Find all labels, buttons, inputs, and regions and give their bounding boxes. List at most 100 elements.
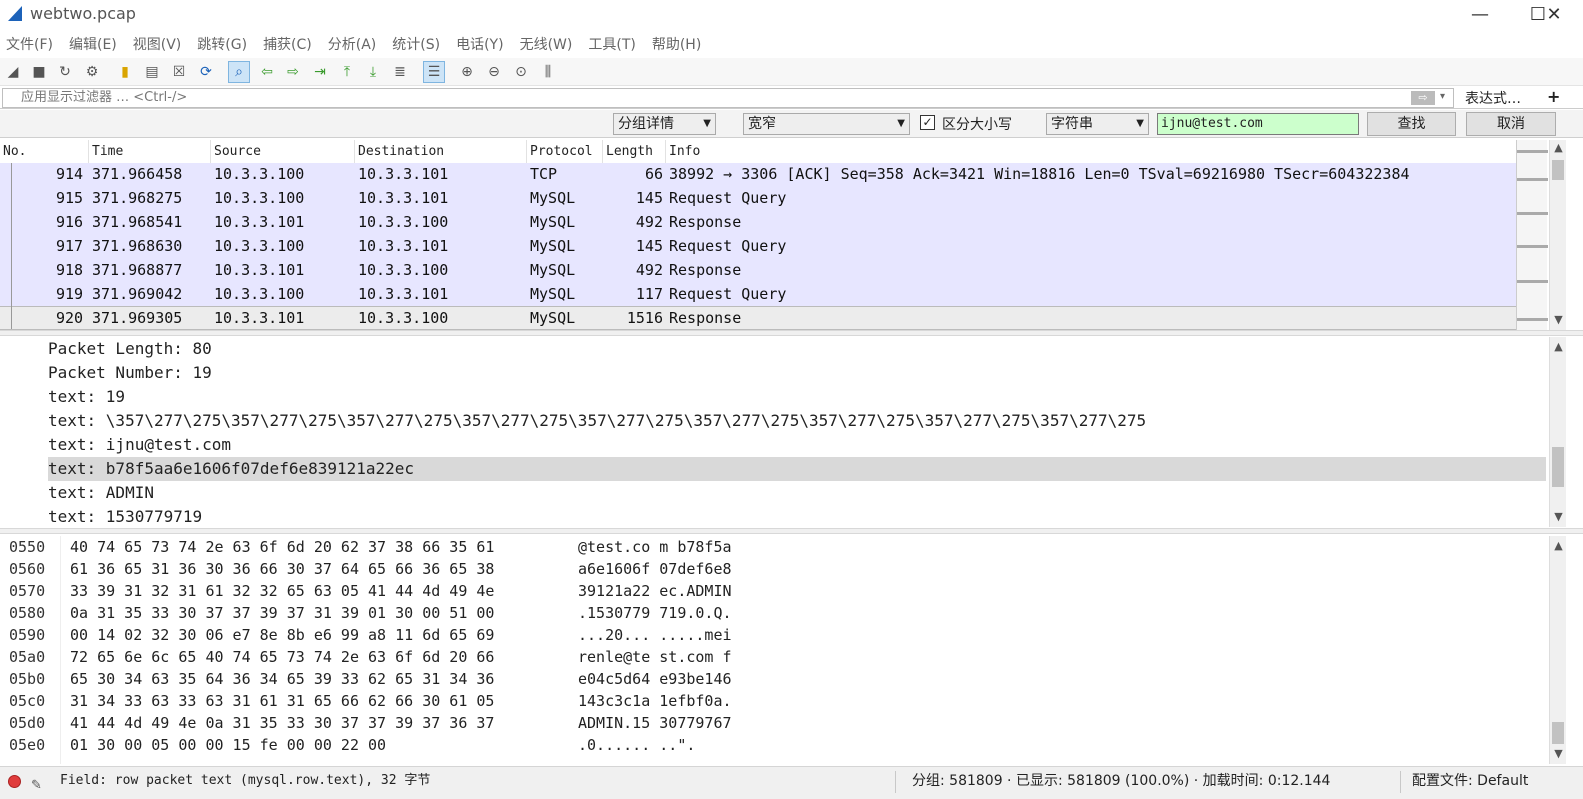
menu-wireless[interactable]: 无线(W)	[520, 34, 573, 54]
column-header-no[interactable]: No.	[0, 140, 89, 164]
packet-row[interactable]: 917 371.968630 10.3.3.100 10.3.3.101 MyS…	[0, 235, 1532, 259]
go-back-icon[interactable]: ⇦	[256, 61, 278, 83]
column-header-length[interactable]: Length	[603, 140, 666, 164]
find-button[interactable]: 查找	[1367, 112, 1456, 136]
packet-row[interactable]: 916 371.968541 10.3.3.101 10.3.3.100 MyS…	[0, 211, 1532, 235]
cancel-button[interactable]: 取消	[1466, 112, 1556, 136]
case-sensitive-checkbox[interactable]: ✓	[920, 115, 935, 130]
zoom-out-icon[interactable]: ⊖	[483, 61, 505, 83]
scroll-thumb[interactable]	[1552, 447, 1564, 487]
column-header-source[interactable]: Source	[211, 140, 355, 164]
detail-line[interactable]: Packet Number: 19	[48, 361, 212, 385]
column-header-time[interactable]: Time	[89, 140, 211, 164]
pane-splitter[interactable]	[0, 528, 1583, 534]
chevron-down-icon: ▼	[897, 118, 905, 129]
display-filter-input[interactable]: 应用显示过滤器 … <Ctrl-/>	[2, 88, 1454, 108]
scroll-thumb[interactable]	[1552, 160, 1564, 180]
menu-edit[interactable]: 编辑(E)	[69, 34, 117, 54]
menu-capture[interactable]: 捕获(C)	[263, 34, 312, 54]
add-filter-button[interactable]: +	[1547, 87, 1560, 106]
reload-file-icon[interactable]: ⟳	[195, 61, 217, 83]
colorize-icon[interactable]: ☰	[423, 61, 445, 83]
packet-row[interactable]: 914 371.966458 10.3.3.100 10.3.3.101 TCP…	[0, 163, 1532, 187]
column-header-protocol[interactable]: Protocol	[527, 140, 603, 164]
close-file-icon[interactable]: ☒	[168, 61, 190, 83]
detail-line[interactable]: text: 1530779719	[48, 505, 202, 529]
chevron-down-icon: ▼	[703, 118, 711, 129]
find-packet-icon[interactable]: ⌕	[228, 61, 250, 83]
minimize-icon[interactable]: —	[1451, 0, 1509, 28]
bytes-scrollbar[interactable]: ▲ ▼	[1549, 536, 1566, 764]
expression-button[interactable]: 表达式…	[1465, 88, 1521, 108]
detail-line[interactable]: text: 19	[48, 385, 125, 409]
zoom-normal-icon[interactable]: ⊙	[510, 61, 532, 83]
packet-protocol: MySQL	[530, 309, 576, 327]
bytes-gutter	[60, 536, 61, 764]
byte-ascii: 143c3c1a 1efbf0a.	[578, 692, 732, 710]
charset-select[interactable]: 宽窄 ▼	[743, 113, 910, 135]
menu-view[interactable]: 视图(V)	[133, 34, 182, 54]
byte-ascii: a6e1606f 07def6e8	[578, 560, 732, 578]
zoom-in-icon[interactable]: ⊕	[456, 61, 478, 83]
packet-row[interactable]: 915 371.968275 10.3.3.100 10.3.3.101 MyS…	[0, 187, 1532, 211]
scroll-down-icon[interactable]: ▼	[1550, 746, 1567, 762]
menu-telephony[interactable]: 电话(Y)	[456, 34, 503, 54]
detail-line[interactable]: text: \357\277\275\357\277\275\357\277\2…	[48, 409, 1146, 433]
restart-capture-icon[interactable]: ↻	[54, 61, 76, 83]
scroll-up-icon[interactable]: ▲	[1550, 140, 1567, 156]
expert-info-icon[interactable]	[8, 775, 21, 788]
stop-capture-icon[interactable]: ■	[28, 61, 50, 83]
save-file-icon[interactable]: ▤	[141, 61, 163, 83]
autoscroll-icon[interactable]: ≣	[389, 61, 411, 83]
packet-destination: 10.3.3.101	[358, 237, 449, 255]
packet-destination: 10.3.3.101	[358, 189, 449, 207]
scroll-up-icon[interactable]: ▲	[1550, 538, 1567, 554]
column-header-destination[interactable]: Destination	[355, 140, 527, 164]
detail-line[interactable]: text: ijnu@test.com	[48, 433, 231, 457]
scroll-down-icon[interactable]: ▼	[1550, 509, 1567, 525]
details-scrollbar[interactable]: ▲ ▼	[1549, 337, 1566, 527]
go-to-packet-icon[interactable]: ⇥	[309, 61, 331, 83]
packet-minimap[interactable]	[1516, 140, 1548, 330]
packet-protocol: MySQL	[530, 285, 576, 303]
pane-splitter[interactable]	[0, 330, 1583, 336]
packet-no: 917	[56, 237, 84, 255]
packet-time: 371.969305	[92, 309, 183, 327]
packet-list-scrollbar[interactable]: ▲ ▼	[1549, 140, 1566, 330]
menu-statistics[interactable]: 统计(S)	[392, 34, 440, 54]
packet-length: 66	[644, 165, 663, 183]
byte-offset: 0580	[9, 604, 46, 622]
go-forward-icon[interactable]: ⇨	[282, 61, 304, 83]
menu-go[interactable]: 跳转(G)	[197, 34, 247, 54]
scroll-down-icon[interactable]: ▼	[1550, 312, 1567, 328]
resize-columns-icon[interactable]: ⫼	[537, 61, 559, 83]
menu-analyze[interactable]: 分析(A)	[328, 34, 377, 54]
last-packet-icon[interactable]: ⤓	[362, 61, 384, 83]
search-type-select[interactable]: 字符串 ▼	[1046, 113, 1149, 135]
packet-row[interactable]: 919 371.969042 10.3.3.100 10.3.3.101 MyS…	[0, 283, 1532, 307]
menu-help[interactable]: 帮助(H)	[652, 34, 701, 54]
open-file-icon[interactable]: ▮	[114, 61, 136, 83]
detail-line-selected[interactable]: text: b78f5aa6e1606f07def6e839121a22ec	[48, 457, 1546, 481]
filter-history-chevron-icon[interactable]: ▾	[1440, 91, 1445, 102]
packet-row-selected[interactable]: 920 371.969305 10.3.3.101 10.3.3.100 MyS…	[0, 306, 1532, 330]
search-string-input[interactable]: ijnu@test.com	[1157, 113, 1359, 135]
detail-line[interactable]: Packet Length: 80	[48, 337, 212, 361]
charset-value: 宽窄	[748, 116, 776, 132]
apply-filter-icon[interactable]: ⇨	[1411, 91, 1435, 105]
scroll-up-icon[interactable]: ▲	[1550, 339, 1567, 355]
scroll-thumb[interactable]	[1552, 722, 1564, 744]
status-profile[interactable]: 配置文件: Default	[1412, 767, 1528, 795]
status-bar: ✎ Field: row packet text (mysql.row.text…	[0, 766, 1583, 799]
start-capture-icon[interactable]: ◢	[2, 61, 24, 83]
menu-tools[interactable]: 工具(T)	[588, 34, 635, 54]
detail-line[interactable]: text: ADMIN	[48, 481, 154, 505]
capture-comment-icon[interactable]: ✎	[31, 772, 45, 793]
menu-file[interactable]: 文件(F)	[6, 34, 53, 54]
first-packet-icon[interactable]: ⤒	[336, 61, 358, 83]
capture-options-icon[interactable]: ⚙	[81, 61, 103, 83]
column-header-info[interactable]: Info	[666, 140, 1532, 164]
search-scope-select[interactable]: 分组详情 ▼	[613, 113, 716, 135]
close-icon[interactable]: ✕	[1525, 0, 1583, 28]
packet-row[interactable]: 918 371.968877 10.3.3.101 10.3.3.100 MyS…	[0, 259, 1532, 283]
